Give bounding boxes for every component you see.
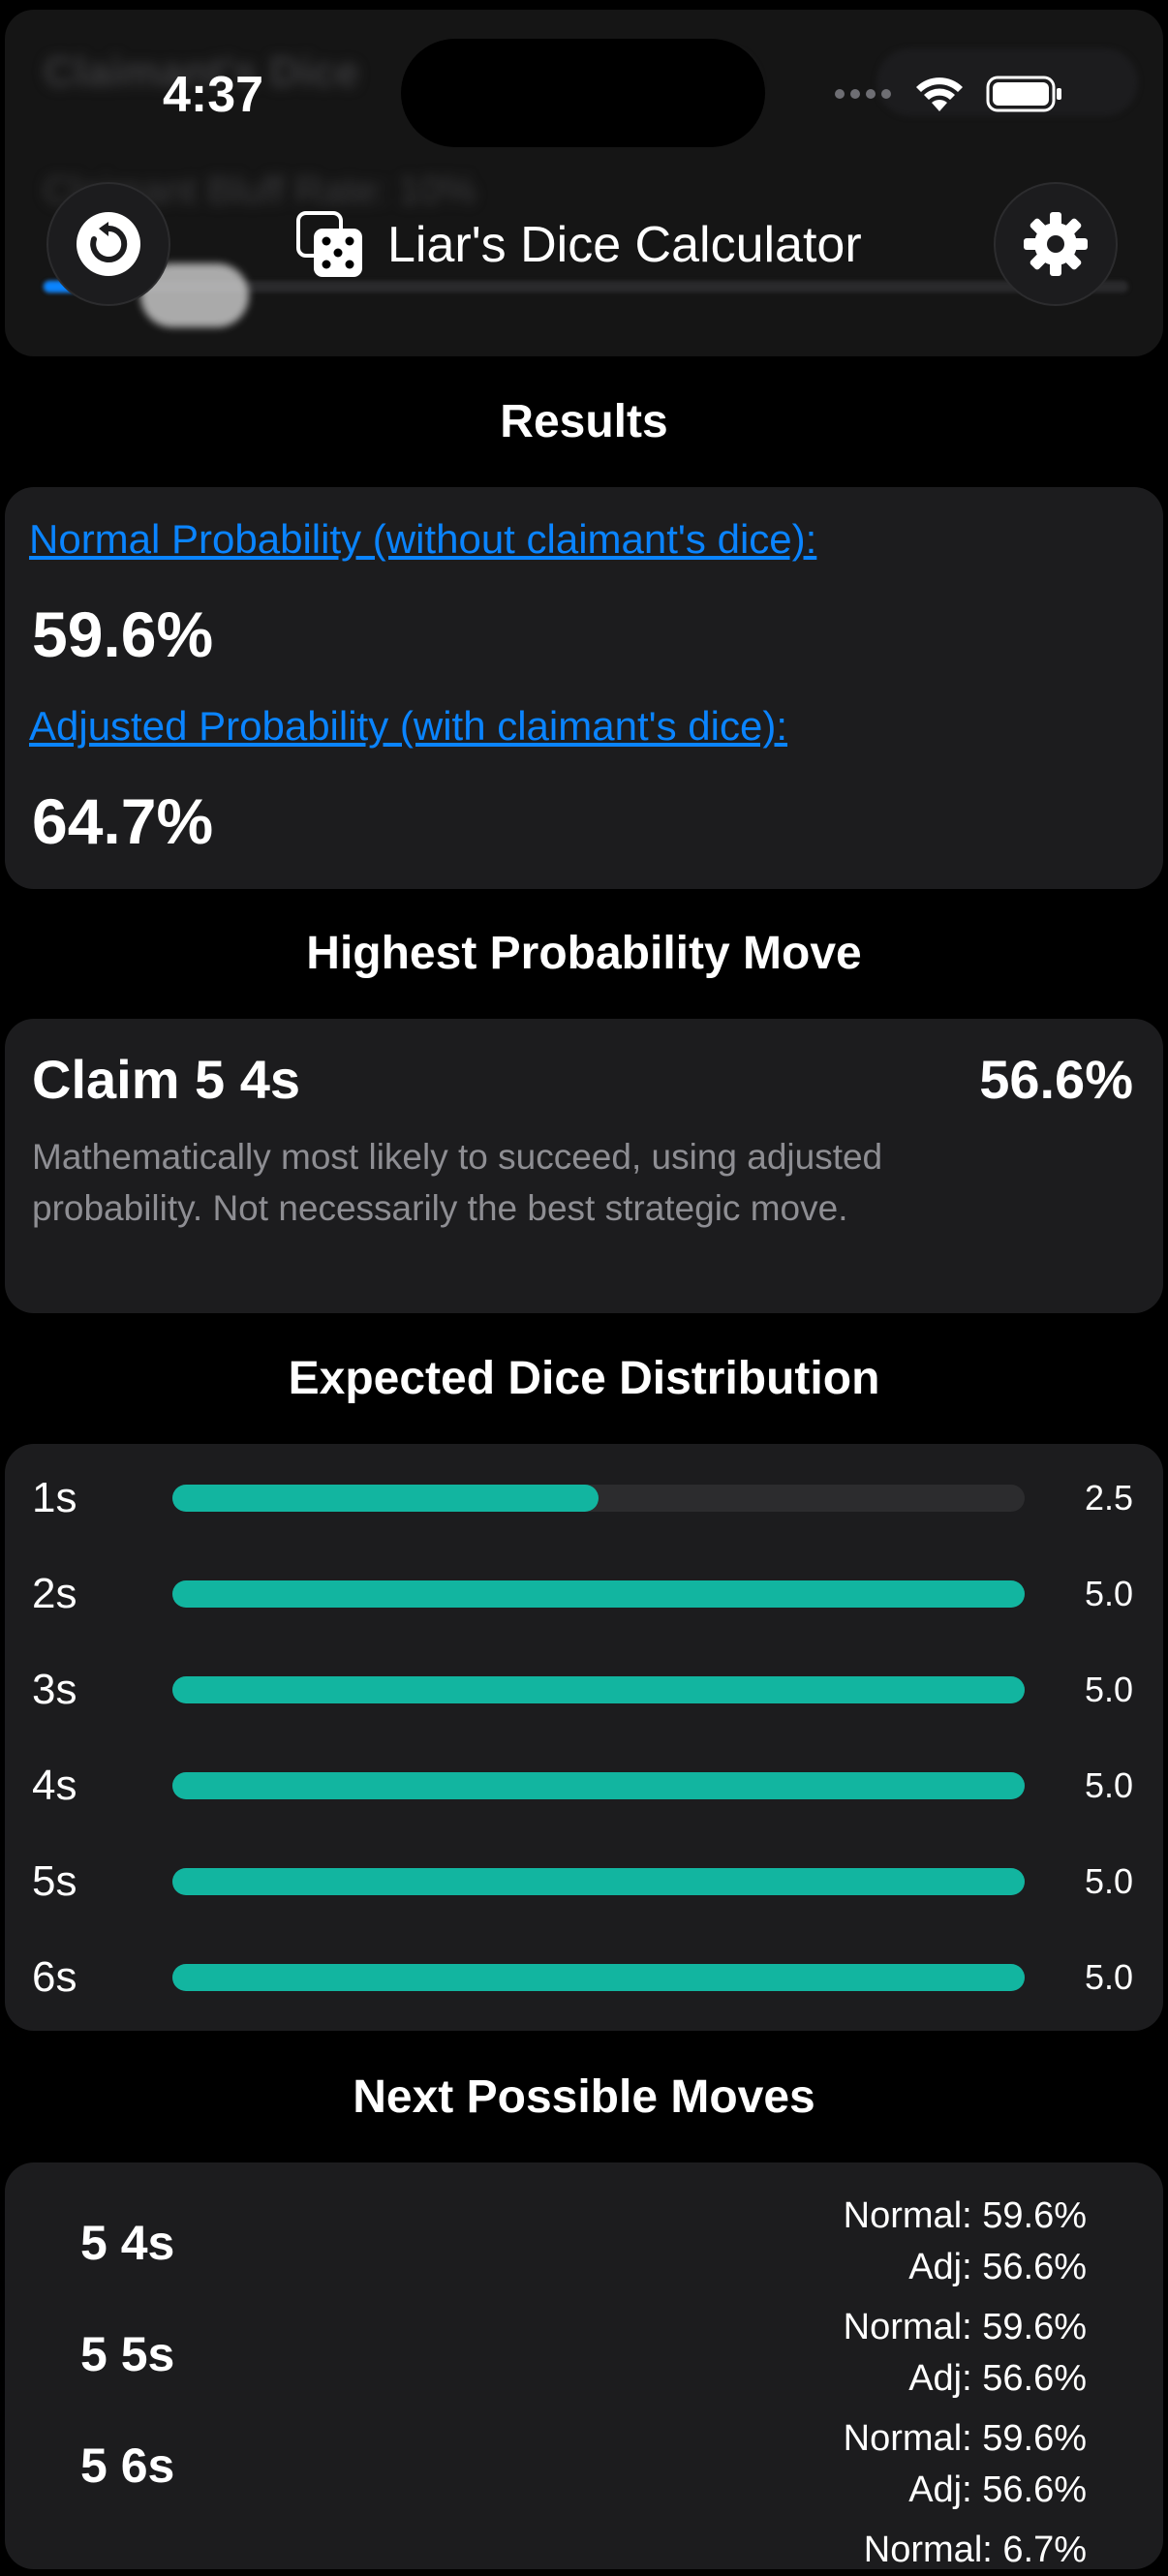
next-move-normal: Normal: 59.6% [843, 2418, 1087, 2459]
normal-probability-value: 59.6% [32, 598, 214, 670]
adjusted-probability-value: 64.7% [32, 785, 214, 857]
next-move-probabilities: Normal: 59.6% Adj: 56.6% [844, 2413, 1087, 2516]
distribution-bar-track [172, 1676, 1025, 1703]
distribution-bar-fill [172, 1485, 599, 1512]
distribution-row: 1s 2.5 [0, 1469, 1168, 1527]
highest-move-title: Highest Probability Move [306, 928, 862, 979]
distribution-face-label: 3s [32, 1666, 77, 1713]
gear-icon [1024, 212, 1088, 276]
reset-icon [77, 212, 140, 276]
next-move-adjusted: Adj: 56.6% [908, 2469, 1087, 2510]
distribution-value: 5.0 [1084, 1765, 1133, 1805]
signal-icon [835, 89, 891, 99]
next-move-probabilities: Normal: 6.7% [864, 2525, 1087, 2576]
app-title: Liar's Dice Calculator [387, 217, 862, 273]
distribution-value: 5.0 [1084, 1957, 1133, 1997]
distribution-title: Expected Dice Distribution [288, 1353, 880, 1404]
next-moves-title: Next Possible Moves [353, 2071, 815, 2123]
settings-button[interactable] [994, 182, 1118, 306]
distribution-row: 5s 5.0 [0, 1853, 1168, 1911]
best-claim-probability: 56.6% [979, 1049, 1133, 1110]
distribution-bar-track [172, 1868, 1025, 1895]
distribution-face-label: 2s [32, 1570, 77, 1617]
next-move-normal: Normal: 59.6% [843, 2195, 1087, 2236]
battery-icon [986, 76, 1061, 112]
distribution-row: 4s 5.0 [0, 1757, 1168, 1815]
wifi-icon [916, 77, 963, 111]
distribution-bar-track [172, 1964, 1025, 1991]
nav-title: Liar's Dice Calculator [296, 203, 862, 287]
status-icons [833, 70, 1063, 118]
distribution-row: 6s 5.0 [0, 1948, 1168, 2007]
distribution-bar-fill [172, 1580, 1025, 1608]
next-move-name: 5 6s [80, 2438, 175, 2493]
best-claim: Claim 5 4s [32, 1049, 301, 1110]
distribution-bar-track [172, 1580, 1025, 1608]
status-time: 4:37 [163, 67, 264, 123]
distribution-bar-fill [172, 1772, 1025, 1799]
distribution-face-label: 5s [32, 1857, 77, 1905]
next-move-name: 5 4s [80, 2216, 175, 2270]
reset-button[interactable] [46, 182, 170, 306]
distribution-bar-fill [172, 1868, 1025, 1895]
best-claim-description: Mathematically most likely to succeed, u… [32, 1137, 883, 1228]
distribution-face-label: 1s [32, 1474, 77, 1521]
distribution-bar-fill [172, 1676, 1025, 1703]
adjusted-probability-link[interactable]: Adjusted Probability (with claimant's di… [29, 703, 787, 750]
distribution-face-label: 6s [32, 1953, 77, 2001]
next-move-probabilities: Normal: 59.6% Adj: 56.6% [844, 2191, 1087, 2293]
distribution-face-label: 4s [32, 1762, 77, 1809]
distribution-bar-fill [172, 1964, 1025, 1991]
distribution-value: 5.0 [1084, 1670, 1133, 1709]
distribution-card [5, 1444, 1163, 2031]
distribution-value: 2.5 [1084, 1478, 1133, 1518]
distribution-bar-track [172, 1772, 1025, 1799]
results-title: Results [500, 396, 668, 447]
next-move-adjusted: Adj: 56.6% [908, 2247, 1087, 2287]
distribution-bar-track [172, 1485, 1025, 1512]
distribution-value: 5.0 [1084, 1861, 1133, 1901]
dice-icon [296, 211, 362, 277]
distribution-row: 3s 5.0 [0, 1661, 1168, 1719]
next-move-adjusted: Adj: 56.6% [908, 2358, 1087, 2399]
next-move-probabilities: Normal: 59.6% Adj: 56.6% [844, 2302, 1087, 2405]
dynamic-island [401, 39, 765, 147]
distribution-value: 5.0 [1084, 1574, 1133, 1613]
next-move-normal: Normal: 59.6% [843, 2307, 1087, 2347]
distribution-row: 2s 5.0 [0, 1565, 1168, 1623]
next-move-normal: Normal: 6.7% [863, 2530, 1087, 2570]
next-move-name: 5 5s [80, 2327, 175, 2381]
normal-probability-link[interactable]: Normal Probability (without claimant's d… [29, 516, 816, 563]
